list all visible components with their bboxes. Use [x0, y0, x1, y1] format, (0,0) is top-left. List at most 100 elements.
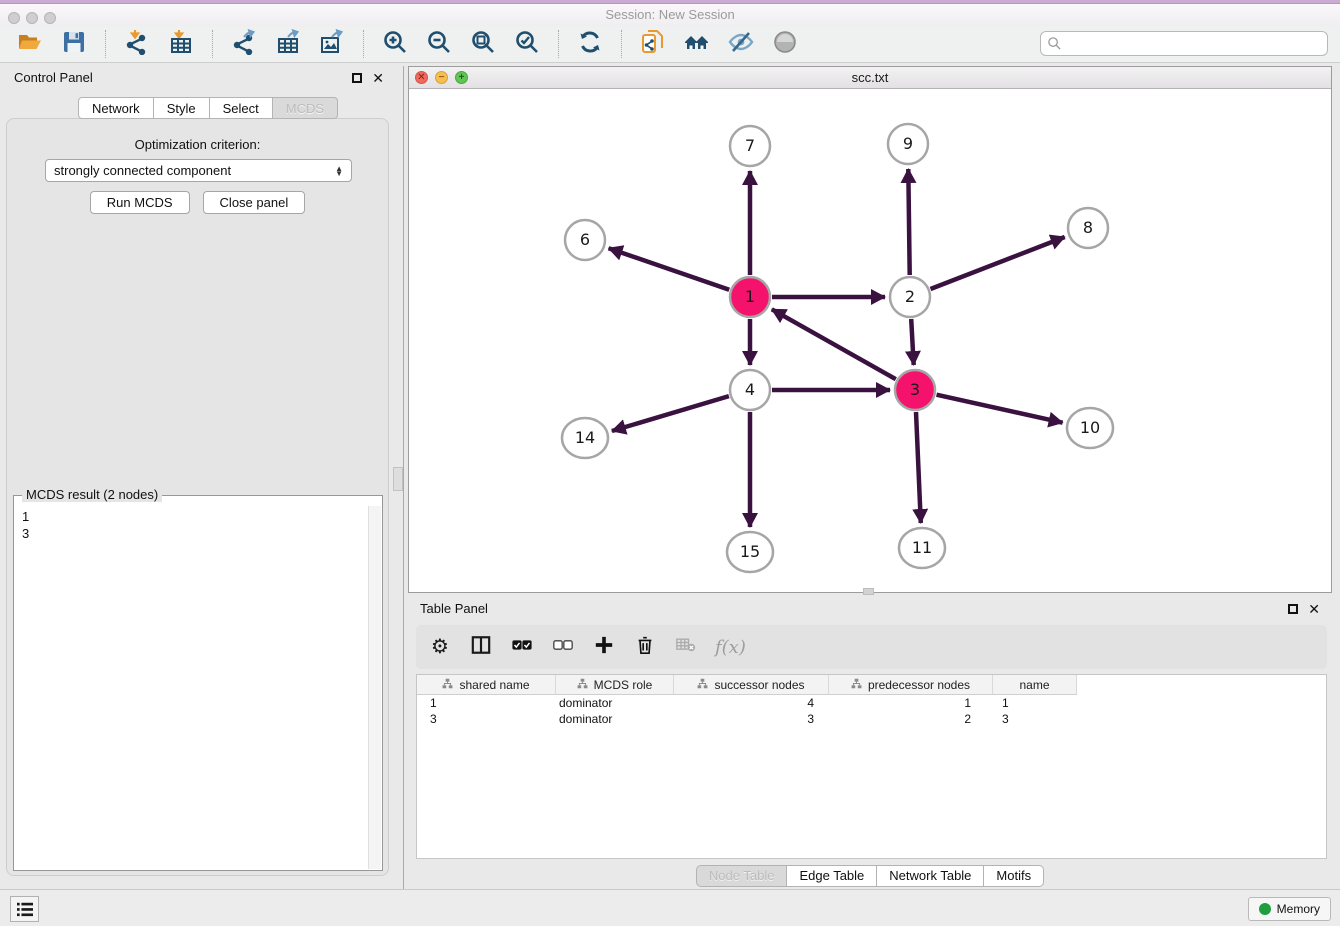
result-scrollbar[interactable]	[368, 506, 381, 869]
node-2[interactable]: 2	[890, 277, 930, 317]
column-header-MCDS-role[interactable]: MCDS role	[556, 675, 674, 695]
node-1[interactable]: 1	[730, 277, 770, 317]
column-header-successor-nodes[interactable]: successor nodes	[674, 675, 829, 695]
edge-2-9[interactable]	[908, 169, 909, 275]
close-panel-icon[interactable]: ✕	[372, 70, 384, 87]
first-neighbors-button[interactable]	[681, 28, 713, 60]
titlebar[interactable]: Session: New Session	[0, 4, 1340, 26]
float-panel-icon[interactable]	[352, 73, 362, 83]
show-hidden-button[interactable]	[769, 28, 801, 60]
column-header-shared-name[interactable]: shared name	[417, 675, 556, 695]
table-body: 1dominator4113dominator323	[417, 695, 1326, 727]
table-float-icon[interactable]	[1288, 604, 1298, 614]
hide-all-columns-icon	[553, 635, 573, 660]
export-network-button[interactable]	[228, 28, 260, 60]
tab-node-table[interactable]: Node Table	[696, 865, 788, 887]
create-column-button[interactable]	[592, 634, 616, 660]
table-row[interactable]: 1dominator411	[417, 695, 1326, 711]
network-graph[interactable]: 7 9 6 8 1 2 4 3 14 10 15 11	[409, 89, 1331, 592]
cell-MCDS-role[interactable]: dominator	[556, 695, 674, 711]
tab-style[interactable]: Style	[154, 97, 210, 119]
tab-network[interactable]: Network	[78, 97, 154, 119]
node-6[interactable]: 6	[565, 220, 605, 260]
save-session-button[interactable]	[58, 28, 90, 60]
import-table-button[interactable]	[165, 28, 197, 60]
column-settings-button[interactable]: ⚙	[428, 634, 452, 660]
horizontal-splitter-handle[interactable]	[863, 588, 874, 595]
open-session-button[interactable]	[14, 28, 46, 60]
search-input[interactable]	[1067, 36, 1321, 51]
node-label: 15	[740, 542, 760, 561]
node-table[interactable]: shared name MCDS rolesuccessor nodesprede…	[416, 674, 1327, 859]
export-image-button[interactable]	[316, 28, 348, 60]
cell-successor-nodes[interactable]: 4	[674, 695, 829, 711]
edge-2-3[interactable]	[911, 319, 914, 365]
criterion-dropdown[interactable]: strongly connected component ▲▼	[45, 159, 352, 182]
cell-MCDS-role[interactable]: dominator	[556, 711, 674, 727]
edge-3-10[interactable]	[937, 395, 1063, 423]
table-row[interactable]: 3dominator323	[417, 711, 1326, 727]
column-type-icon	[577, 678, 588, 692]
zoom-fit-button[interactable]	[467, 28, 499, 60]
node-label: 1	[745, 287, 755, 306]
tab-motifs[interactable]: Motifs	[984, 865, 1044, 887]
network-canvas[interactable]: 7 9 6 8 1 2 4 3 14 10 15 11	[409, 89, 1331, 592]
cell-name[interactable]: 3	[993, 711, 1077, 727]
tab-mcds[interactable]: MCDS	[273, 97, 338, 119]
tab-select[interactable]: Select	[210, 97, 273, 119]
cell-successor-nodes[interactable]: 3	[674, 711, 829, 727]
edge-3-1[interactable]	[772, 309, 896, 379]
node-15[interactable]: 15	[727, 532, 773, 572]
control-panel-header: Control Panel ✕	[0, 66, 396, 94]
vertical-splitter[interactable]	[403, 66, 404, 889]
cell-name[interactable]: 1	[993, 695, 1077, 711]
close-panel-button[interactable]: Close panel	[203, 191, 306, 214]
column-header-predecessor-nodes[interactable]: predecessor nodes	[829, 675, 993, 695]
cell-predecessor-nodes[interactable]: 1	[829, 695, 993, 711]
table-close-icon[interactable]: ✕	[1308, 601, 1320, 618]
node-11[interactable]: 11	[899, 528, 945, 568]
import-table-icon	[168, 29, 194, 60]
network-window-titlebar[interactable]: ✕ − + scc.txt	[409, 67, 1331, 89]
tab-network-table[interactable]: Network Table	[877, 865, 984, 887]
node-10[interactable]: 10	[1067, 408, 1113, 448]
toggle-panel-split-button[interactable]	[469, 634, 493, 660]
run-mcds-button[interactable]: Run MCDS	[90, 191, 190, 214]
cell-shared-name[interactable]: 1	[417, 695, 556, 711]
node-8[interactable]: 8	[1068, 208, 1108, 248]
mcds-result-list[interactable]: 13	[14, 505, 368, 869]
edge-4-14[interactable]	[612, 396, 729, 431]
cell-shared-name[interactable]: 3	[417, 711, 556, 727]
node-4[interactable]: 4	[730, 370, 770, 410]
refresh-layout-button[interactable]	[574, 28, 606, 60]
tab-edge-table[interactable]: Edge Table	[787, 865, 877, 887]
node-7[interactable]: 7	[730, 126, 770, 166]
export-table-button[interactable]	[272, 28, 304, 60]
toggle-panel-split-icon	[471, 635, 491, 660]
zoom-in-button[interactable]	[379, 28, 411, 60]
show-log-button[interactable]	[10, 896, 39, 922]
clone-network-button[interactable]	[637, 28, 669, 60]
edge-2-8[interactable]	[931, 237, 1065, 289]
node-9[interactable]: 9	[888, 124, 928, 164]
node-label: 9	[903, 134, 913, 153]
edge-1-6[interactable]	[609, 248, 730, 290]
zoom-selected-icon	[514, 29, 540, 60]
zoom-out-button[interactable]	[423, 28, 455, 60]
hide-all-columns-button[interactable]	[551, 634, 575, 660]
import-network-button[interactable]	[121, 28, 153, 60]
column-header-name[interactable]: name	[993, 675, 1077, 695]
edge-3-11[interactable]	[916, 412, 921, 523]
cell-predecessor-nodes[interactable]: 2	[829, 711, 993, 727]
hide-selected-button[interactable]	[725, 28, 757, 60]
vertical-splitter-handle[interactable]	[393, 467, 403, 491]
zoom-selected-button[interactable]	[511, 28, 543, 60]
delete-column-button[interactable]	[633, 634, 657, 660]
node-14[interactable]: 14	[562, 418, 608, 458]
node-3[interactable]: 3	[895, 370, 935, 410]
mcds-result-line: 3	[22, 526, 368, 543]
memory-button[interactable]: Memory	[1248, 897, 1331, 921]
search-box[interactable]	[1040, 31, 1328, 56]
column-header-label: shared name	[459, 678, 529, 692]
show-all-columns-button[interactable]	[510, 634, 534, 660]
